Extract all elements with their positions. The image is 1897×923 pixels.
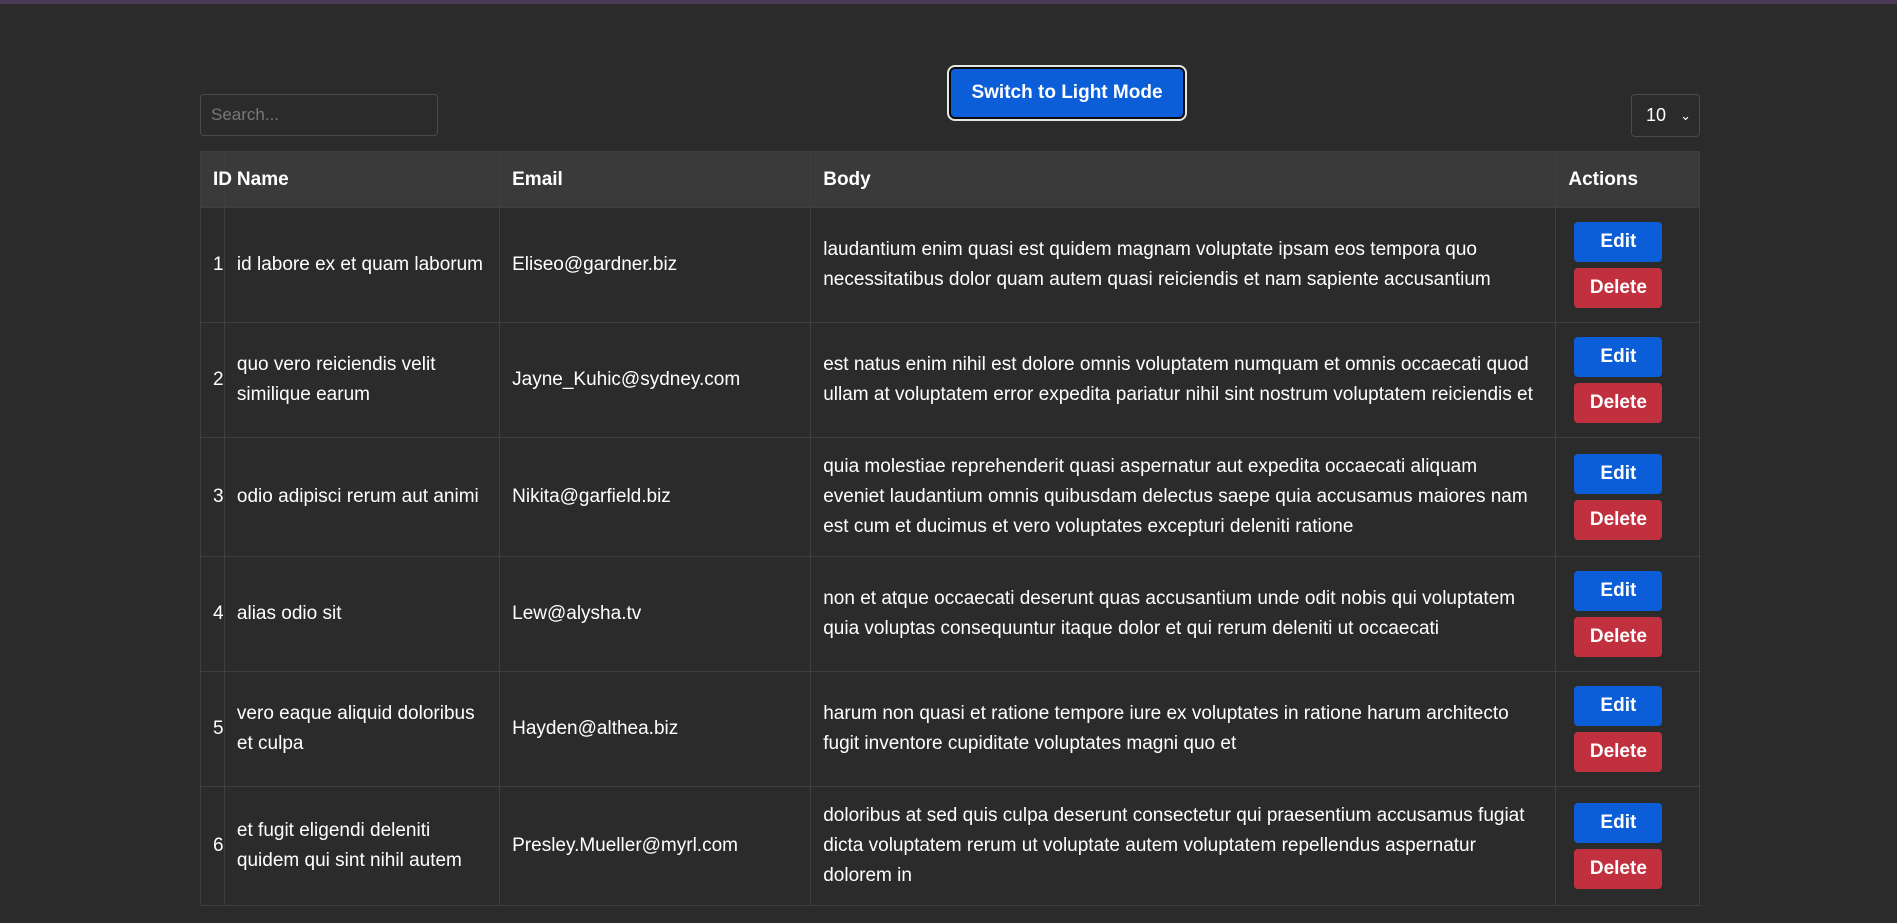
cell-email: Hayden@althea.biz	[499, 671, 812, 787]
cell-body: laudantium enim quasi est quidem magnam …	[810, 207, 1557, 323]
table-row: 4 alias odio sit Lew@alysha.tv non et at…	[200, 556, 1700, 672]
cell-email: Eliseo@gardner.biz	[499, 207, 812, 323]
cell-actions: Edit Delete	[1555, 207, 1700, 323]
table-row: 6 et fugit eligendi deleniti quidem qui …	[200, 786, 1700, 906]
table-row: 5 vero eaque aliquid doloribus et culpa …	[200, 671, 1700, 787]
cell-body: doloribus at sed quis culpa deserunt con…	[810, 786, 1557, 906]
cell-body: quia molestiae reprehenderit quasi asper…	[810, 437, 1557, 557]
table-header-row: ID Name Email Body Actions	[200, 151, 1700, 208]
delete-button[interactable]: Delete	[1574, 849, 1663, 889]
cell-body: est natus enim nihil est dolore omnis vo…	[810, 322, 1557, 438]
column-header-actions: Actions	[1555, 151, 1700, 208]
table-row: 3 odio adipisci rerum aut animi Nikita@g…	[200, 437, 1700, 557]
search-input[interactable]	[200, 94, 438, 136]
cell-id: 6	[200, 786, 225, 906]
edit-button[interactable]: Edit	[1574, 686, 1663, 726]
page-size-value: 10	[1646, 105, 1667, 125]
cell-actions: Edit Delete	[1555, 437, 1700, 557]
edit-button[interactable]: Edit	[1574, 222, 1663, 262]
cell-actions: Edit Delete	[1555, 556, 1700, 672]
theme-toggle-button[interactable]: Switch to Light Mode	[949, 67, 1185, 119]
cell-name: id labore ex et quam laborum	[223, 207, 501, 323]
column-header-body[interactable]: Body	[810, 151, 1557, 208]
edit-button[interactable]: Edit	[1574, 337, 1663, 377]
table-row: 2 quo vero reiciendis velit similique ea…	[200, 322, 1700, 438]
table-row: 1 id labore ex et quam laborum Eliseo@ga…	[200, 207, 1700, 323]
delete-button[interactable]: Delete	[1574, 732, 1663, 772]
cell-email: Jayne_Kuhic@sydney.com	[499, 322, 812, 438]
column-header-email[interactable]: Email	[499, 151, 812, 208]
column-header-id[interactable]: ID	[200, 151, 232, 208]
delete-button[interactable]: Delete	[1574, 617, 1663, 657]
page-size-select[interactable]: 10 ⌄	[1631, 94, 1700, 137]
delete-button[interactable]: Delete	[1574, 383, 1663, 423]
cell-name: vero eaque aliquid doloribus et culpa	[223, 671, 501, 787]
top-accent-line	[0, 0, 1897, 4]
cell-actions: Edit Delete	[1555, 322, 1700, 438]
cell-email: Lew@alysha.tv	[499, 556, 812, 672]
cell-body: harum non quasi et ratione tempore iure …	[810, 671, 1557, 787]
column-header-name[interactable]: Name	[223, 151, 501, 208]
edit-button[interactable]: Edit	[1574, 454, 1663, 494]
cell-id: 2	[200, 322, 225, 438]
cell-id: 5	[200, 671, 225, 787]
cell-email: Presley.Mueller@myrl.com	[499, 786, 812, 906]
cell-email: Nikita@garfield.biz	[499, 437, 812, 557]
cell-name: et fugit eligendi deleniti quidem qui si…	[223, 786, 501, 906]
delete-button[interactable]: Delete	[1574, 268, 1663, 308]
chevron-down-icon: ⌄	[1680, 107, 1691, 123]
edit-button[interactable]: Edit	[1574, 803, 1663, 843]
delete-button[interactable]: Delete	[1574, 500, 1663, 540]
cell-id: 3	[200, 437, 225, 557]
cell-actions: Edit Delete	[1555, 786, 1700, 906]
cell-body: non et atque occaecati deserunt quas acc…	[810, 556, 1557, 672]
cell-name: quo vero reiciendis velit similique earu…	[223, 322, 501, 438]
edit-button[interactable]: Edit	[1574, 571, 1663, 611]
cell-id: 1	[200, 207, 225, 323]
cell-name: odio adipisci rerum aut animi	[223, 437, 501, 557]
cell-actions: Edit Delete	[1555, 671, 1700, 787]
cell-name: alias odio sit	[223, 556, 501, 672]
cell-id: 4	[200, 556, 225, 672]
comments-table: ID Name Email Body Actions 1 id labore e…	[200, 151, 1700, 906]
